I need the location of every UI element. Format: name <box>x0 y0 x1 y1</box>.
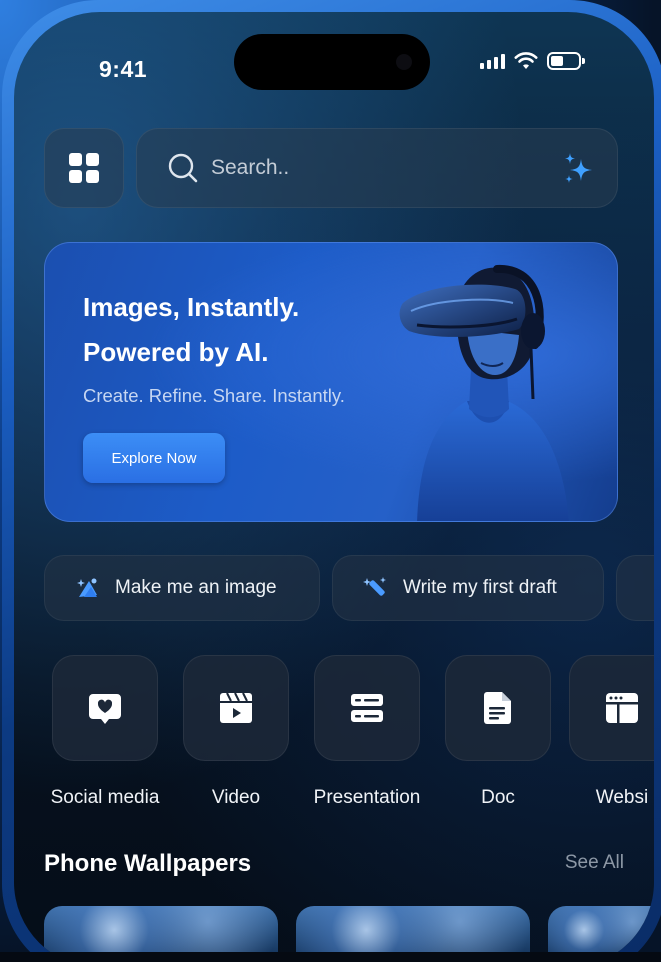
battery-icon <box>547 52 585 70</box>
chip-partial[interactable] <box>616 555 654 621</box>
section-title-wallpapers: Phone Wallpapers <box>44 850 252 877</box>
grid-icon <box>69 153 99 183</box>
explore-now-button[interactable]: Explore Now <box>83 433 225 483</box>
category-video[interactable]: Video <box>182 655 290 809</box>
category-tile[interactable] <box>52 655 158 761</box>
website-icon <box>606 693 638 723</box>
image-magic-icon <box>77 578 97 597</box>
cellular-signal-icon <box>480 53 505 69</box>
chip-label: Make me an image <box>115 577 277 598</box>
category-website[interactable]: Websi <box>568 655 654 809</box>
hero-banner: Images, Instantly. Powered by AI. Create… <box>44 242 618 522</box>
dynamic-island <box>234 34 430 90</box>
status-time: 9:41 <box>99 56 148 82</box>
phone-frame: 9:41 Search.. Images, Instantly. Powered… <box>2 0 661 962</box>
chip-make-image[interactable]: Make me an image <box>44 555 320 621</box>
hero-subtitle: Create. Refine. Share. Instantly. <box>83 385 345 406</box>
category-social-media[interactable]: Social media <box>51 655 159 809</box>
video-clapper-icon <box>220 692 252 723</box>
category-tile[interactable] <box>569 655 654 761</box>
chip-write-draft[interactable]: Write my first draft <box>332 555 604 621</box>
presentation-icon <box>351 694 383 722</box>
heart-chat-icon <box>89 694 121 724</box>
category-doc[interactable]: Doc <box>444 655 552 809</box>
camera-icon <box>396 54 412 70</box>
menu-grid-button[interactable] <box>44 128 124 208</box>
search-bar[interactable] <box>136 128 618 208</box>
sparkle-icon[interactable] <box>561 151 599 189</box>
category-tile[interactable] <box>183 655 289 761</box>
category-tile[interactable] <box>314 655 420 761</box>
wifi-icon <box>514 52 538 69</box>
bottom-edge <box>0 952 661 962</box>
pen-magic-icon <box>363 577 386 596</box>
hero-title-line1: Images, Instantly. <box>83 292 300 322</box>
hero-title-line2: Powered by AI. <box>83 337 269 367</box>
category-presentation[interactable]: Presentation <box>313 655 421 809</box>
vr-headset-person-image <box>399 264 569 521</box>
hero-title: Images, Instantly. Powered by AI. <box>83 285 383 375</box>
search-input[interactable] <box>211 156 511 180</box>
phone-screen: 9:41 Search.. Images, Instantly. Powered… <box>14 12 654 962</box>
category-label: Video <box>211 787 261 808</box>
category-label: Social media <box>50 787 160 808</box>
category-label: Websi <box>595 787 649 808</box>
status-icons <box>480 52 585 70</box>
category-tile[interactable] <box>445 655 551 761</box>
chip-label: Write my first draft <box>403 577 557 598</box>
category-label: Doc <box>481 787 515 808</box>
see-all-link[interactable]: See All <box>565 852 624 874</box>
search-icon <box>168 153 198 183</box>
document-icon <box>484 692 511 724</box>
category-label: Presentation <box>313 787 421 808</box>
